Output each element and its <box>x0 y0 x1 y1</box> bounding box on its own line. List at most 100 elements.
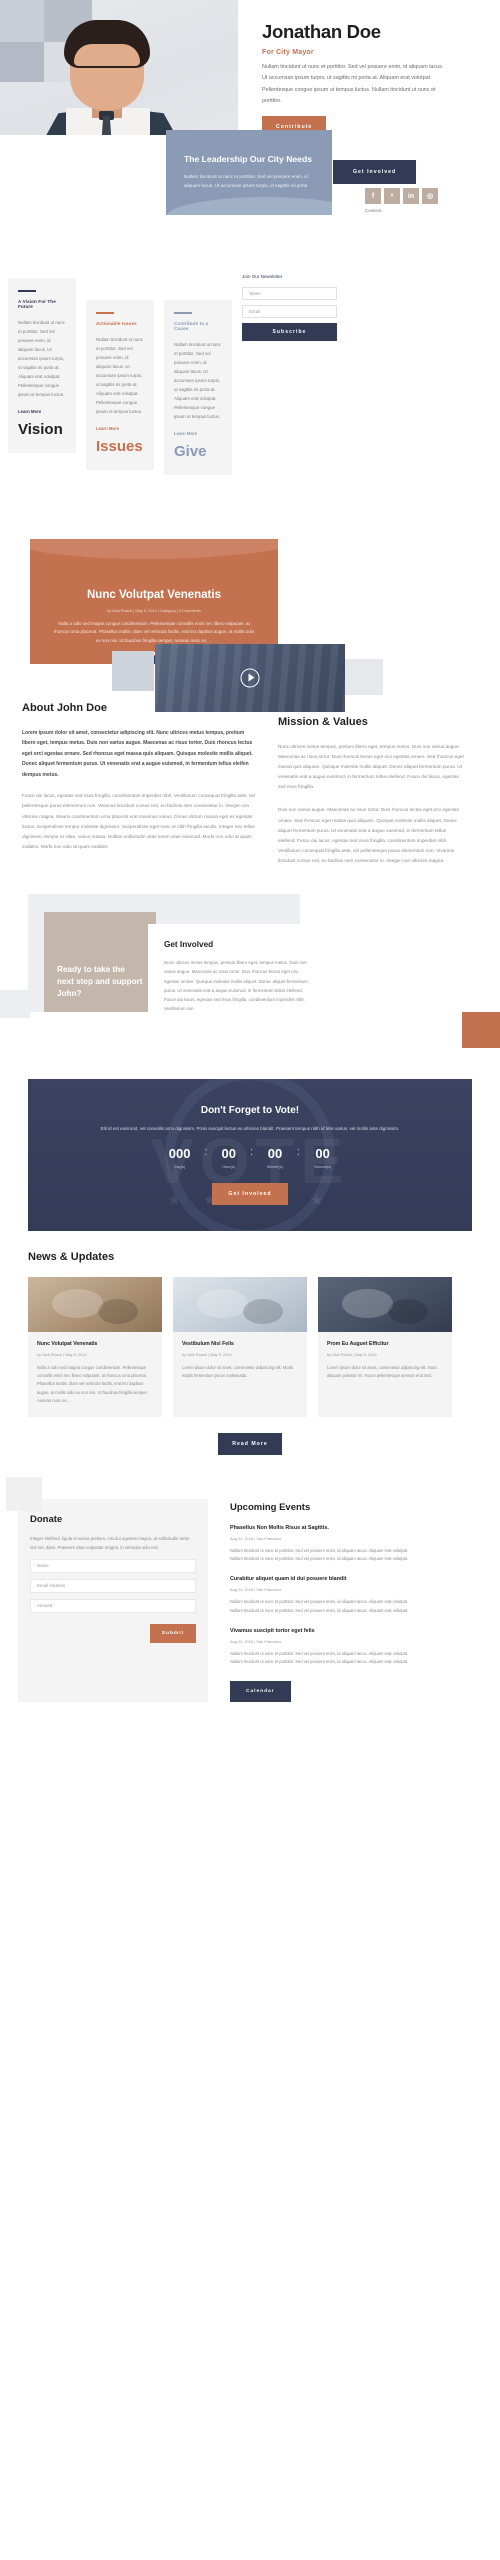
card-give: Contribute to a Cause Nullam tincidunt u… <box>164 300 232 475</box>
countdown-minutes: 00 Minute(s) <box>267 1147 283 1169</box>
page-title: Jonathan Doe <box>262 21 381 42</box>
decorative-square <box>112 650 154 691</box>
card-eyebrow: Actionable Issues <box>96 320 137 326</box>
news-read-more-button[interactable]: Read More <box>218 1433 282 1456</box>
leadership-title: The Leadership Our City Needs <box>184 154 312 164</box>
countdown-days: 000 Day(s) <box>169 1147 191 1169</box>
card-eyebrow: Contribute to a Cause <box>174 320 209 331</box>
countdown-value: 00 <box>221 1146 236 1162</box>
card-headline: Give <box>174 442 207 460</box>
news-card-meta: by Nick Roach | May 9, 2014 <box>327 1352 377 1358</box>
vote-body: Elit id est euismod, vel convallis arcu … <box>100 1126 400 1132</box>
countdown-seconds: 00 Second(s) <box>314 1147 331 1169</box>
vote-countdown-section: VOTE ★ ★ ★ ★ ★ Don't Forget to Vote! Eli… <box>28 1079 472 1232</box>
donate-name-input[interactable]: Name <box>30 1558 196 1573</box>
facebook-icon[interactable]: f <box>365 188 381 204</box>
event-title: Curabitur aliquet quam id dui posuere bl… <box>230 1576 347 1583</box>
vote-get-involved-button[interactable]: Get Involved <box>212 1183 288 1206</box>
countdown-label: Minute(s) <box>267 1165 283 1170</box>
decorative-square <box>6 1477 42 1512</box>
countdown-separator: : <box>296 1146 300 1159</box>
countdown-timer: 000 Day(s) : 00 Hour(s) : 00 Minute(s) :… <box>28 1146 472 1170</box>
decorative-square <box>345 658 383 695</box>
countdown-label: Hour(s) <box>222 1165 236 1170</box>
news-card[interactable]: Nunc Volutpat Venenatis by Nick Roach | … <box>28 1277 162 1418</box>
rule-decoration <box>174 312 192 314</box>
donate-title: Donate <box>30 1514 63 1526</box>
donate-submit-button[interactable]: Submit <box>150 1623 196 1643</box>
event-title: Vivamus suscipit tortor eget felis <box>230 1627 315 1634</box>
mission-paragraph: Nunc ultrices metus tempus, pretium libe… <box>278 743 464 790</box>
learn-more-link[interactable]: Learn More <box>96 426 144 431</box>
donate-body: Integer eleifend, ligula et varius preti… <box>30 1536 190 1550</box>
donate-form: Donate Integer eleifend, ligula et variu… <box>18 1499 208 1703</box>
event-meta: Aug 24, 2018 | San Francisco <box>230 1536 282 1542</box>
campaign-landing-page: Jonathan Doe For City Mayor Nullam tinci… <box>0 0 500 1726</box>
about-lead-paragraph: Lorem ipsum dolor sit amet, consectetur … <box>22 729 253 778</box>
ready-card: Ready to take the next step and support … <box>44 912 156 1013</box>
news-card-excerpt: Lorem ipsum dolor sit amet, consectetur … <box>182 1365 294 1379</box>
get-involved-button[interactable]: Get Involved <box>333 160 417 184</box>
card-text: Nullam tincidunt ut nunc et porttitor. S… <box>18 319 65 397</box>
decorative-square-accent <box>462 1012 500 1049</box>
newsletter-email-input[interactable]: Email <box>242 305 337 318</box>
ready-title: Ready to take the next step and support … <box>57 965 143 998</box>
card-headline: Vision <box>18 420 63 438</box>
countdown-hours: 00 Hour(s) <box>222 1147 236 1169</box>
slider-title: Nunc Volutpat Venenatis <box>87 588 221 601</box>
news-thumbnail <box>318 1277 452 1333</box>
twitter-icon[interactable]: ᵛ <box>384 188 400 204</box>
get-involved-card: Get Involved Nunc ultrices metus tempus,… <box>148 924 328 1033</box>
event-text: Nullam tincidunt ut nunc et porttitor. S… <box>230 1548 409 1562</box>
donate-events-section: Donate Integer eleifend, ligula et variu… <box>0 1477 500 1726</box>
linkedin-icon[interactable]: in <box>403 188 419 204</box>
news-card-excerpt: Lorem ipsum dolor sit amet, consectetur … <box>327 1365 438 1379</box>
newsletter-heading: Join Our Newsletter <box>242 274 283 279</box>
donate-amount-input[interactable]: Amount <box>30 1598 196 1613</box>
events-title: Upcoming Events <box>230 1502 311 1514</box>
subscribe-button[interactable]: Subscribe <box>242 323 337 341</box>
card-headline: Issues <box>96 437 143 455</box>
news-thumbnail <box>28 1277 162 1333</box>
news-card-excerpt: Nulla a odio sed magna congue condimentu… <box>37 1365 148 1403</box>
countdown-separator: : <box>204 1146 208 1159</box>
wave-decoration <box>166 197 332 215</box>
rule-decoration <box>96 312 114 314</box>
news-section: News & Updates Nunc Volutpat Venenatis b… <box>0 1231 500 1456</box>
news-card-meta: by Nick Roach | May 9, 2014 <box>182 1352 232 1358</box>
play-icon[interactable] <box>240 668 260 688</box>
instagram-icon[interactable]: ◎ <box>422 188 438 204</box>
event-text: Nullam tincidunt ut nunc et porttitor. S… <box>230 1650 409 1664</box>
card-issues: Actionable Issues Nullam tincidunt ut nu… <box>86 300 154 470</box>
card-text: Nullam tincidunt ut nunc et porttitor. S… <box>96 336 143 414</box>
event-item: Phasellus Non Mollis Risus at Sagittis. … <box>230 1525 420 1563</box>
newsletter-name-input[interactable]: Name <box>242 287 337 300</box>
get-involved-body: Nunc ultrices metus tempus, pretium libe… <box>164 960 308 1012</box>
news-card[interactable]: Vestibulum Nisl Felis by Nick Roach | Ma… <box>173 1277 307 1418</box>
countdown-value: 000 <box>168 1146 191 1162</box>
news-card-title: Prom Eu Auguet Efficitur <box>327 1341 389 1348</box>
get-involved-title: Get Involved <box>164 940 214 950</box>
get-involved-section: Ready to take the next step and support … <box>0 894 500 1079</box>
video-block[interactable] <box>155 643 345 712</box>
learn-more-link[interactable]: Learn More <box>18 409 66 414</box>
countdown-value: 00 <box>267 1146 283 1162</box>
donate-email-input[interactable]: Email Address <box>30 1578 196 1593</box>
news-title: News & Updates <box>28 1251 115 1264</box>
countdown-label: Second(s) <box>313 1165 332 1170</box>
calendar-button[interactable]: Calendar <box>230 1681 291 1703</box>
event-item: Vivamus suscipit tortor eget felis Aug 2… <box>230 1628 420 1666</box>
newsletter-form: Join Our Newsletter Name Email Subscribe <box>242 274 337 341</box>
hero-photo-panel <box>0 0 238 135</box>
hero-copy: Jonathan Doe For City Mayor Nullam tinci… <box>262 21 462 138</box>
rule-decoration <box>18 290 36 292</box>
slider-meta: by Nick Roach | May 9, 2014 | Category |… <box>107 607 201 613</box>
event-item: Curabitur aliquet quam id dui posuere bl… <box>230 1576 420 1614</box>
news-thumbnail <box>173 1277 307 1333</box>
news-card-title: Nunc Volutpat Venenatis <box>37 1341 98 1348</box>
about-paragraph: Fusce dui lacus, egestas sed risus fring… <box>22 793 255 849</box>
news-card-meta: by Nick Roach | May 9, 2014 <box>37 1352 87 1358</box>
learn-more-link[interactable]: Learn More <box>174 431 222 436</box>
mission-title: Mission & Values <box>278 715 368 728</box>
news-card[interactable]: Prom Eu Auguet Efficitur by Nick Roach |… <box>318 1277 452 1418</box>
